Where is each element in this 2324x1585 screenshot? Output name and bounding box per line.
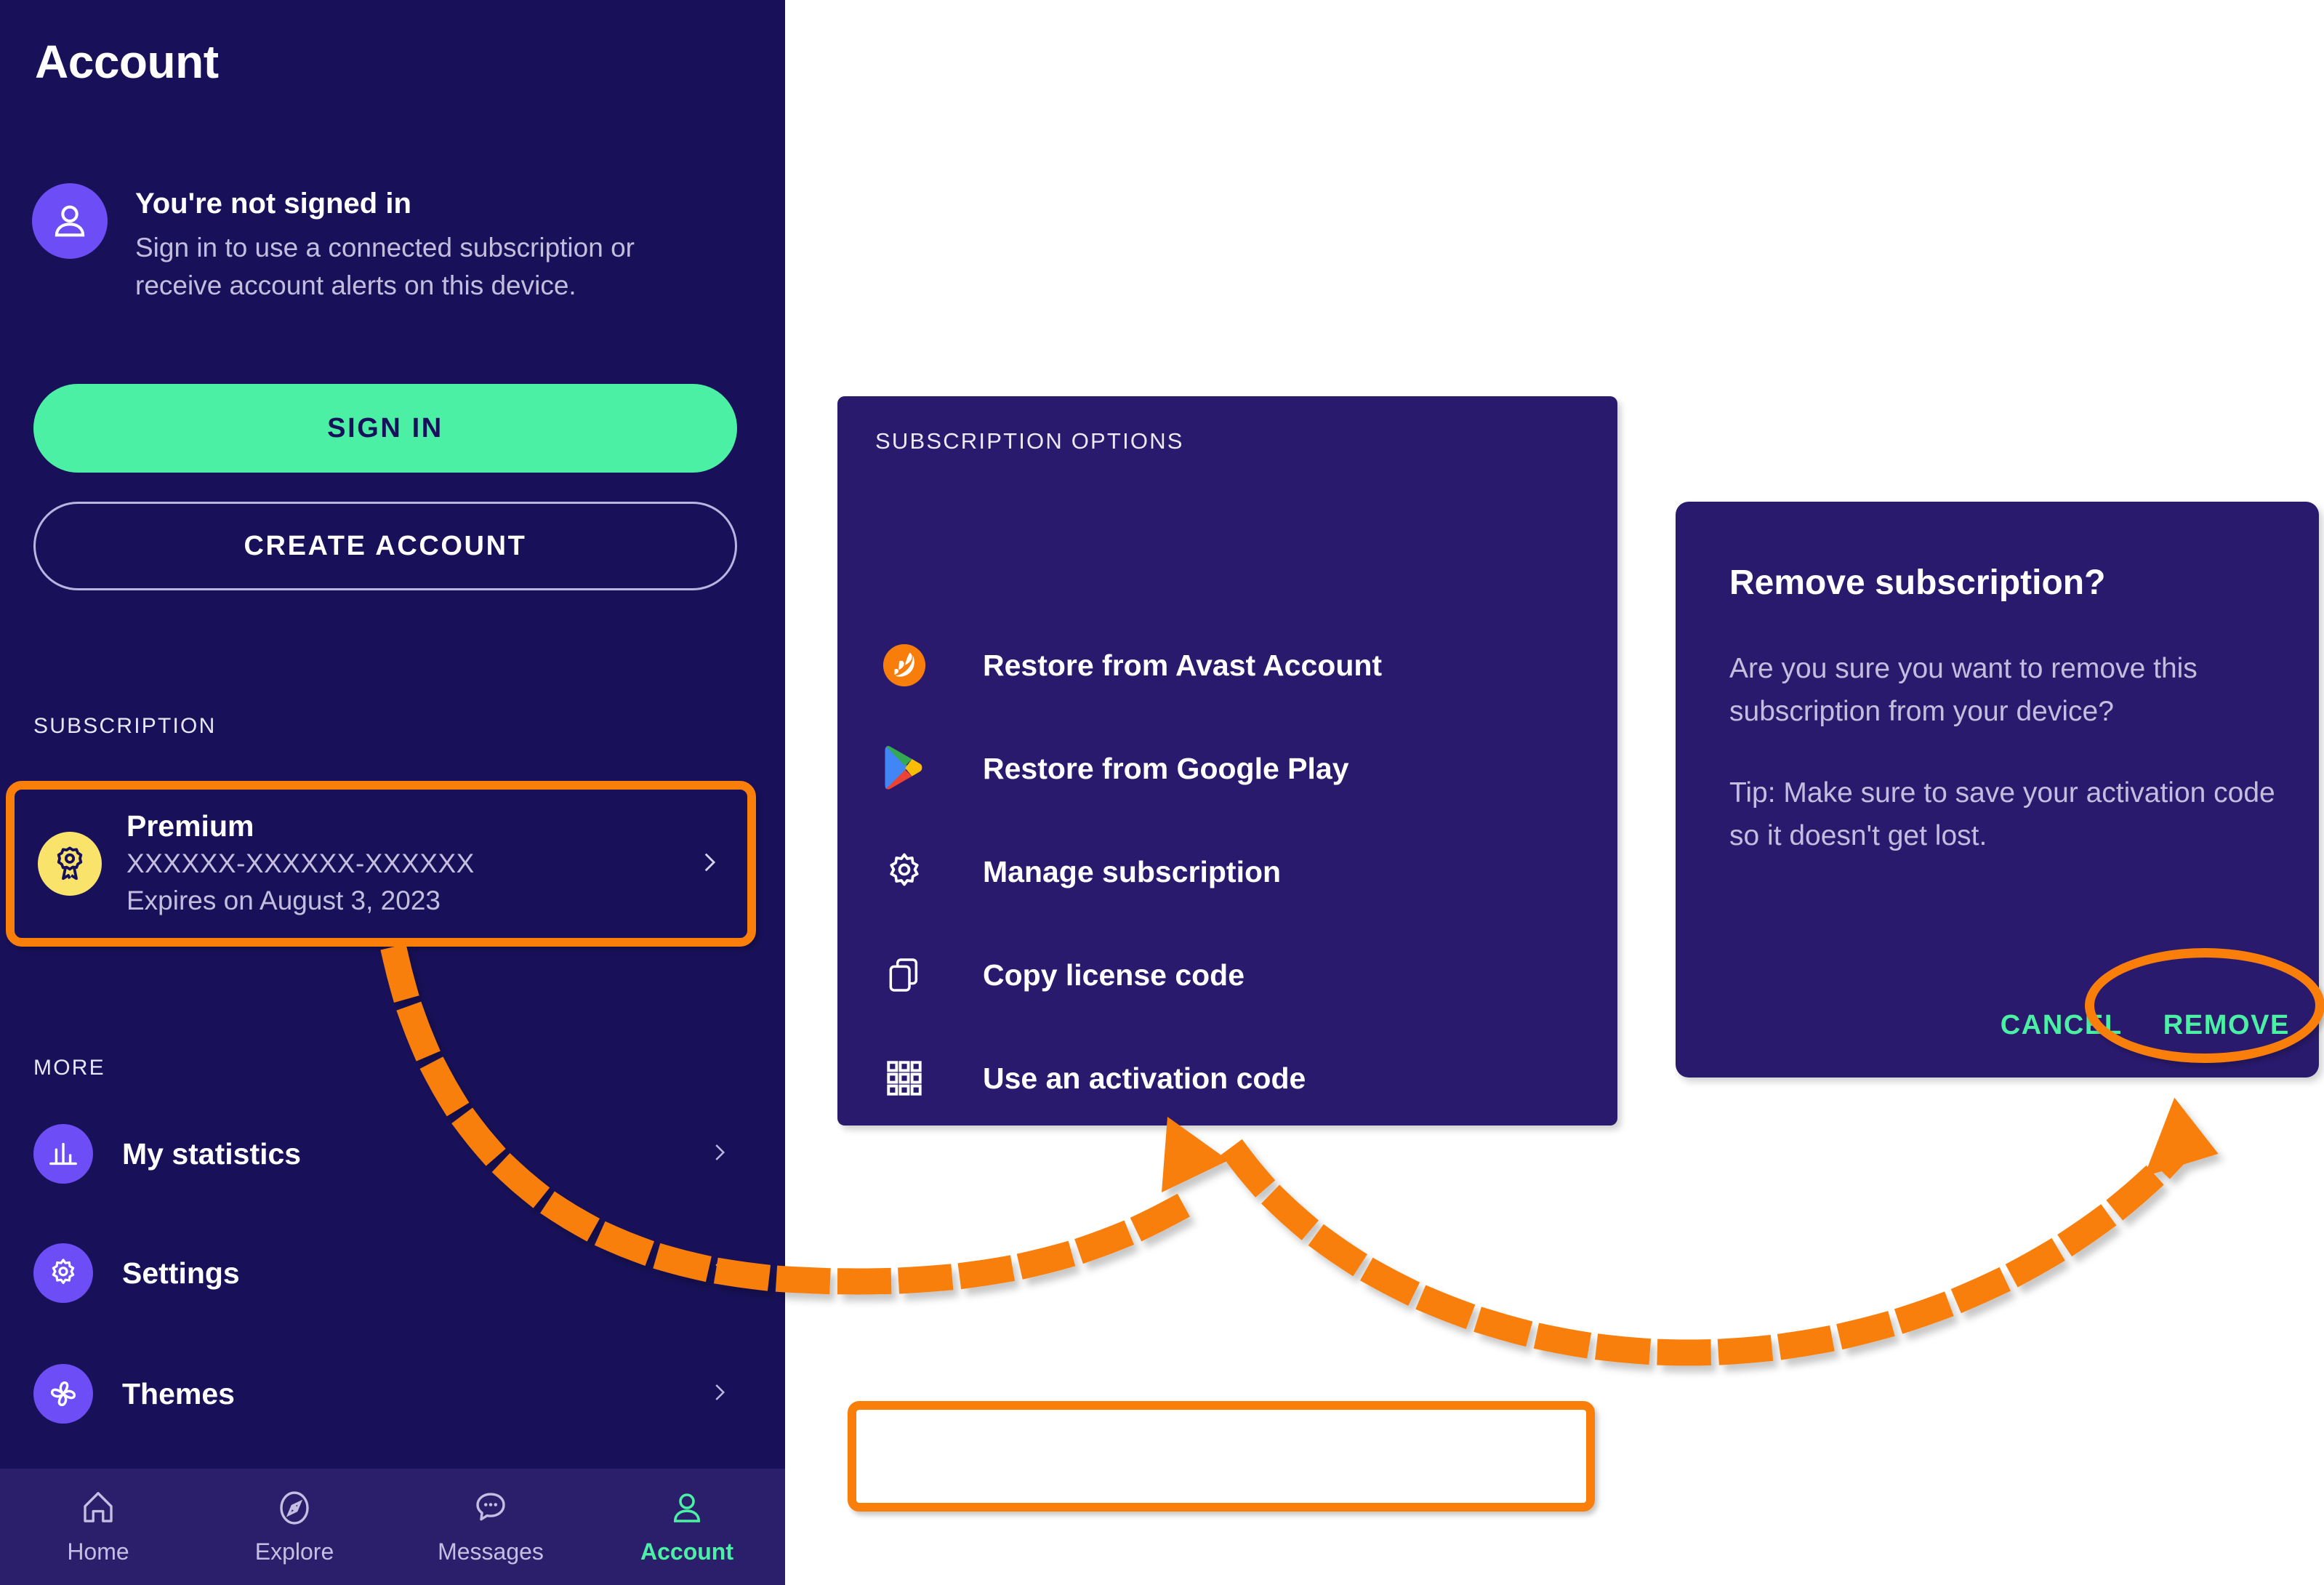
nav-label: Home xyxy=(67,1538,129,1565)
avast-logo-icon xyxy=(861,643,948,688)
option-label: Restore from Google Play xyxy=(983,751,1349,785)
bottom-navigation-bar: Home Explore Messages Account xyxy=(0,1469,785,1585)
sign-in-button[interactable]: SIGN IN xyxy=(33,384,737,473)
option-label: Remove subscription xyxy=(983,1164,1286,1198)
nav-label: Messages xyxy=(438,1538,544,1565)
gear-icon xyxy=(861,850,948,894)
chevron-right-icon xyxy=(696,843,721,886)
option-manage-subscription[interactable]: Manage subscription xyxy=(837,828,1617,915)
option-use-an-activation-code[interactable]: Use an activation code xyxy=(837,1035,1617,1122)
subscription-options-panel: SUBSCRIPTION OPTIONS Restore from Avast … xyxy=(837,396,1617,1512)
sidebar-item-themes[interactable]: Themes xyxy=(33,1354,737,1434)
sidebar-item-my-statistics[interactable]: My statistics xyxy=(33,1114,737,1194)
nav-item-home[interactable]: Home xyxy=(0,1488,196,1565)
award-badge-icon xyxy=(38,832,102,896)
dialog-body: Are you sure you want to remove this sub… xyxy=(1729,647,2282,857)
bar-chart-icon xyxy=(33,1124,93,1184)
option-remove-subscription[interactable]: Remove subscription xyxy=(837,1138,1617,1225)
person-icon xyxy=(32,183,108,259)
chat-bubble-icon xyxy=(471,1488,510,1531)
copy-icon xyxy=(861,953,948,997)
option-copy-license-code[interactable]: Copy license code xyxy=(837,931,1617,1019)
nav-label: Account xyxy=(640,1538,733,1565)
annotation-arrow-2 xyxy=(1221,1097,2219,1366)
subscription-section-label: SUBSCRIPTION xyxy=(33,714,217,738)
remove-subscription-highlight-outline xyxy=(848,1401,1595,1512)
option-restore-from-google-play[interactable]: Restore from Google Play xyxy=(837,725,1617,812)
chevron-right-icon xyxy=(708,1375,730,1413)
account-status-title: You're not signed in xyxy=(135,188,411,220)
nav-label: Explore xyxy=(254,1538,334,1565)
premium-name: Premium xyxy=(126,808,254,843)
premium-text-block: Premium XXXXXX-XXXXXX-XXXXXX Expires on … xyxy=(126,808,672,918)
create-account-button[interactable]: CREATE ACCOUNT xyxy=(33,502,737,590)
premium-expiry: Expires on August 3, 2023 xyxy=(126,885,441,915)
signed-out-account-row[interactable]: You're not signed in Sign in to use a co… xyxy=(32,183,752,305)
option-label: Manage subscription xyxy=(983,854,1282,888)
premium-subscription-card[interactable]: Premium XXXXXX-XXXXXX-XXXXXX Expires on … xyxy=(6,781,756,947)
premium-card-content: Premium XXXXXX-XXXXXX-XXXXXX Expires on … xyxy=(25,797,737,931)
gear-icon xyxy=(33,1243,93,1303)
dialog-title: Remove subscription? xyxy=(1729,563,2106,602)
minus-circle-icon xyxy=(861,1159,948,1204)
sidebar-item-label: Themes xyxy=(122,1376,235,1411)
home-icon xyxy=(79,1488,118,1531)
screenshot-root: Account You're not signed in Sign in to … xyxy=(0,0,2324,1585)
option-restore-from-avast-account[interactable]: Restore from Avast Account xyxy=(837,622,1617,709)
compass-icon xyxy=(275,1488,314,1531)
account-status-subtitle: Sign in to use a connected subscription … xyxy=(135,232,635,301)
dialog-paragraph: Tip: Make sure to save your activation c… xyxy=(1729,777,2275,851)
more-section-label: MORE xyxy=(33,1056,105,1080)
page-title: Account xyxy=(35,36,219,88)
sidebar-item-settings[interactable]: Settings xyxy=(33,1233,737,1313)
remove-button-highlight-ellipse xyxy=(2085,948,2324,1063)
google-play-icon xyxy=(861,745,948,792)
subscription-options-header: SUBSCRIPTION OPTIONS xyxy=(875,428,1184,454)
nav-item-messages[interactable]: Messages xyxy=(393,1488,589,1565)
themes-icon xyxy=(33,1364,93,1424)
premium-license-code: XXXXXX-XXXXXX-XXXXXX xyxy=(126,848,475,878)
account-sidebar: Account You're not signed in Sign in to … xyxy=(0,0,785,1585)
option-label: Copy license code xyxy=(983,958,1245,992)
account-text-block: You're not signed in Sign in to use a co… xyxy=(135,183,717,305)
sidebar-item-label: My statistics xyxy=(122,1136,302,1171)
dialog-paragraph: Are you sure you want to remove this sub… xyxy=(1729,653,2198,728)
nav-item-account[interactable]: Account xyxy=(589,1488,785,1565)
sidebar-item-label: Settings xyxy=(122,1256,240,1290)
person-icon xyxy=(667,1488,707,1531)
option-label: Use an activation code xyxy=(983,1061,1306,1095)
chevron-right-icon xyxy=(708,1135,730,1173)
keypad-grid-icon xyxy=(861,1057,948,1099)
chevron-right-icon xyxy=(708,1254,730,1293)
nav-item-explore[interactable]: Explore xyxy=(196,1488,393,1565)
option-label: Restore from Avast Account xyxy=(983,648,1383,682)
